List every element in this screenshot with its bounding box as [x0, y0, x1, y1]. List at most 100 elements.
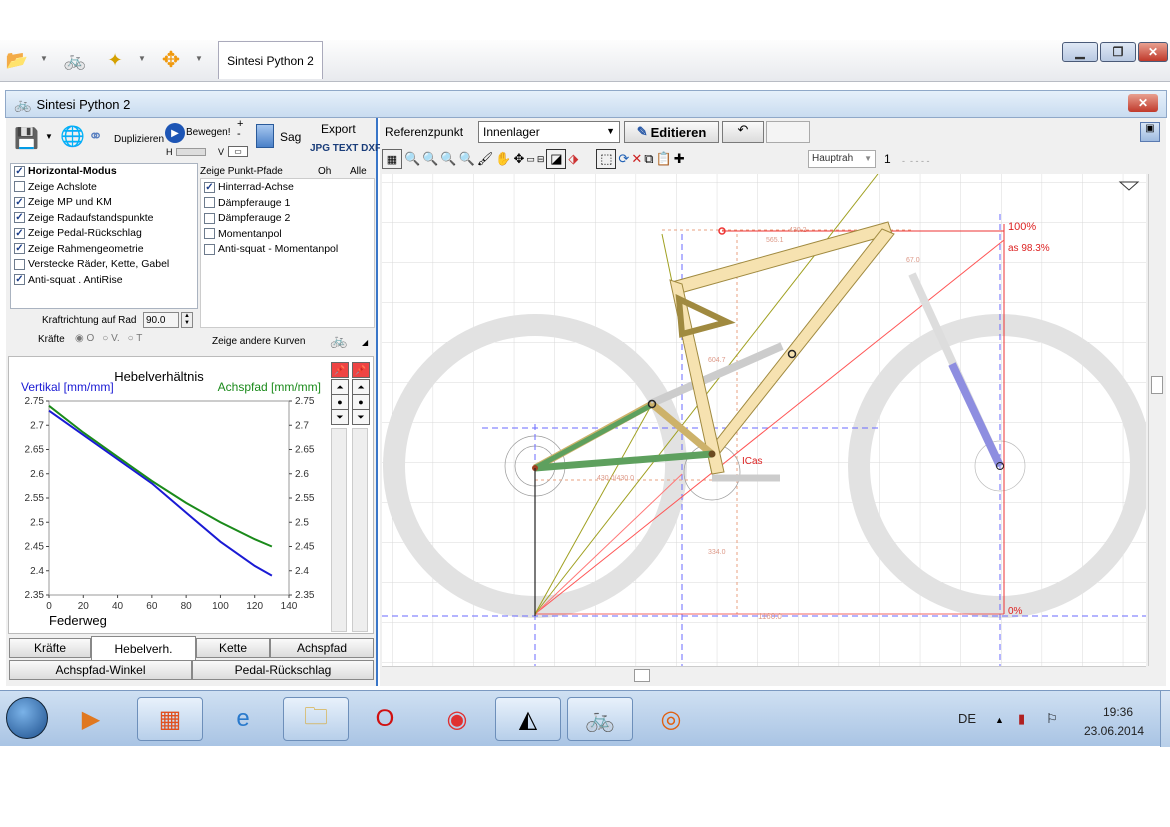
zoom-fit-icon[interactable]: 🔍	[440, 151, 456, 167]
explorer-icon[interactable]: 🗀	[283, 697, 349, 741]
canvas-hscrollbar[interactable]	[382, 666, 1146, 684]
radio-v[interactable]: ○ V.	[102, 333, 119, 344]
display-option-checkbox[interactable]: Zeige Achslote	[14, 181, 97, 193]
v-toggle[interactable]: ▭	[228, 146, 248, 157]
paste-icon[interactable]: 📋	[656, 151, 672, 167]
move-bottom-button[interactable]: ⏷	[352, 409, 370, 425]
display-option-checkbox[interactable]: ✓ Zeige Radaufstandspunkte	[14, 212, 154, 224]
bewegen-label[interactable]: Bewegen!	[186, 127, 230, 138]
checkbox-box[interactable]: ✓	[14, 196, 25, 208]
tab-achspfad[interactable]: Achspfad	[270, 638, 374, 658]
sag-cylinder-icon[interactable]	[256, 124, 274, 148]
tab-achspfad-winkel[interactable]: Achspfad-Winkel	[9, 660, 192, 680]
copy-icon[interactable]: ⧉	[644, 151, 653, 167]
tab-kraefte[interactable]: Kräfte	[9, 638, 91, 658]
checkbox-box[interactable]: ✓	[204, 181, 215, 193]
app-icon[interactable]: ▦	[137, 697, 203, 741]
select-cursor-icon[interactable]: ⬚	[596, 149, 617, 169]
grid-icon[interactable]: ▦	[382, 149, 402, 169]
tab-hebelverh[interactable]: Hebelverh.	[91, 636, 196, 660]
chart-scrollbar-right[interactable]	[352, 428, 368, 632]
h-slider[interactable]	[176, 148, 206, 156]
bike-frame-icon[interactable]: 🚲	[62, 47, 88, 73]
canvas-vscrollbar[interactable]	[1148, 174, 1164, 666]
checkbox-box[interactable]: ✓	[14, 227, 25, 239]
kraftrichtung-input[interactable]	[143, 312, 179, 328]
pivot[interactable]	[708, 450, 716, 458]
dropdown-arrow-icon[interactable]: ▼	[138, 54, 146, 63]
sag-label[interactable]: Sag	[280, 130, 301, 144]
delete-icon[interactable]: ✕	[631, 151, 642, 167]
play-icon[interactable]: ▶	[165, 123, 185, 143]
path-option-checkbox[interactable]: Momentanpol	[204, 228, 282, 240]
start-button[interactable]	[6, 697, 48, 739]
open-folder-icon[interactable]: 📂	[4, 47, 30, 73]
frame-select-icon[interactable]: ◪	[546, 149, 567, 169]
radio-t[interactable]: ○ T	[128, 333, 143, 344]
minimize-button[interactable]: ▁	[1062, 42, 1098, 62]
tab-kette[interactable]: Kette	[196, 638, 270, 658]
checkbox-box[interactable]	[14, 181, 25, 192]
bike-icon[interactable]: 🚲	[330, 332, 347, 349]
chrome-icon[interactable]: ◉	[424, 697, 490, 741]
clock-time[interactable]: 19:36	[1103, 705, 1133, 719]
checkbox-box[interactable]	[204, 212, 215, 224]
inner-close-button[interactable]: ✕	[1128, 94, 1158, 112]
document-tab[interactable]: Sintesi Python 2	[218, 41, 323, 79]
close-button[interactable]: ✕	[1138, 42, 1168, 62]
dropdown-arrow-icon[interactable]: ▼	[195, 54, 203, 63]
move-icon[interactable]: ✥	[158, 47, 184, 73]
path-option-checkbox[interactable]: Dämpferauge 2	[204, 212, 290, 224]
checkbox-box[interactable]: ✓	[14, 274, 25, 285]
hauptrah-select[interactable]: Hauptrah ▼	[808, 150, 876, 168]
display-option-checkbox[interactable]: ✓ Anti-squat . AntiRise	[14, 274, 123, 286]
display-option-checkbox[interactable]: ✓ Zeige MP und KM	[14, 196, 112, 208]
checkbox-box[interactable]	[204, 243, 215, 255]
restore-button[interactable]: ❐	[1100, 42, 1136, 62]
opera-icon[interactable]: O	[352, 697, 418, 741]
media-player-icon[interactable]: ▶	[58, 697, 124, 741]
bike-drawing-canvas[interactable]: 100% as 98.3% 0% ICas 1160.0 430.2 565.1…	[382, 174, 1146, 666]
dropdown-arrow-icon[interactable]: ▼	[45, 132, 53, 141]
path-option-checkbox[interactable]: ✓ Hinterrad-Achse	[204, 181, 294, 193]
move-top-button[interactable]: ⏶	[352, 379, 370, 395]
paths-oh-button[interactable]: Oh	[318, 166, 331, 177]
kraftrichtung-spinner[interactable]: ▲ ▼	[181, 312, 193, 328]
checkbox-box[interactable]	[14, 258, 25, 270]
tray-flag-icon[interactable]: ⚐	[1046, 711, 1058, 727]
duplicate-icon[interactable]: ⚭	[88, 126, 103, 147]
checkbox-box[interactable]: ✓	[14, 243, 25, 254]
vscroll-thumb[interactable]	[1151, 376, 1163, 394]
zeige-andere-kurven-label[interactable]: Zeige andere Kurven	[212, 336, 305, 347]
referenzpunkt-select[interactable]: Innenlager ▼	[478, 121, 620, 143]
zoom-out-icon[interactable]: 🔍	[422, 151, 438, 167]
tray-app-icon[interactable]: ▮	[1018, 711, 1025, 727]
tray-expand-icon[interactable]: ▲	[995, 715, 1004, 725]
chart-scrollbar-left[interactable]	[331, 428, 347, 632]
zoom-window-icon[interactable]: 🔍	[459, 151, 475, 167]
checkbox-box[interactable]	[204, 197, 215, 208]
save-icon[interactable]: 💾	[14, 126, 39, 151]
firefox-icon[interactable]: ◎	[638, 697, 704, 741]
pin-red-icon[interactable]: 📌	[331, 362, 349, 378]
pin-red-icon[interactable]: 📌	[352, 362, 370, 378]
zoom-in-icon[interactable]: 🔍	[404, 151, 420, 167]
ruler-icon[interactable]: ▭	[526, 154, 535, 165]
inkscape-icon[interactable]: ◭	[495, 697, 561, 741]
move-top-button[interactable]: ⏶	[331, 379, 349, 395]
dimension-icon[interactable]: ⊟	[537, 154, 545, 165]
checkbox-box[interactable]: ✓	[14, 212, 25, 223]
empty-button[interactable]	[766, 121, 810, 143]
magic-wand-icon[interactable]: ✦	[102, 47, 128, 73]
undo-button[interactable]: ↶	[722, 121, 764, 143]
export-formats[interactable]: JPG TEXT DXF	[310, 143, 381, 154]
sintesi-icon[interactable]: 🚲	[567, 697, 633, 741]
display-option-checkbox[interactable]: ✓ Horizontal-Modus	[14, 165, 117, 177]
paths-alle-button[interactable]: Alle	[350, 166, 367, 177]
radio-o[interactable]: ◉ O	[75, 333, 94, 344]
hscroll-thumb[interactable]	[634, 669, 650, 682]
display-option-checkbox[interactable]: Verstecke Räder, Kette, Gabel	[14, 258, 169, 270]
show-desktop-button[interactable]	[1160, 691, 1170, 747]
display-option-checkbox[interactable]: ✓ Zeige Rahmengeometrie	[14, 243, 144, 255]
checkbox-box[interactable]: ✓	[14, 165, 25, 177]
